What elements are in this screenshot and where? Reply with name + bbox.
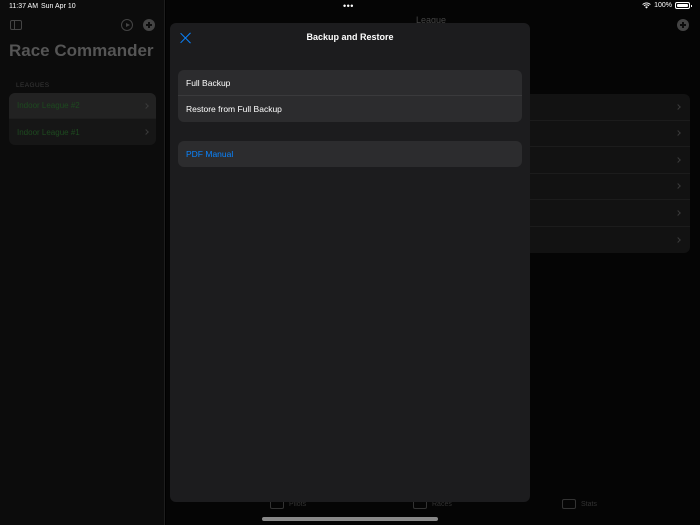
league-item[interactable]: Indoor League #2 <box>9 93 156 119</box>
restore-backup-button[interactable]: Restore from Full Backup <box>178 96 522 122</box>
stats-icon <box>562 499 576 509</box>
chevron-right-icon <box>675 130 681 137</box>
league-label: Indoor League #2 <box>17 101 80 110</box>
chevron-right-icon <box>675 209 681 216</box>
sidebar-toggle-icon[interactable] <box>10 20 22 30</box>
battery-percent: 100% <box>654 2 672 9</box>
chevron-right-icon <box>675 183 681 190</box>
leagues-section-header: LEAGUES <box>16 82 50 89</box>
tab-stats[interactable]: Stats <box>562 499 597 509</box>
chevron-right-icon <box>675 156 681 163</box>
sidebar: Race Commander LEAGUES Indoor League #2 … <box>0 0 165 525</box>
add-league-icon[interactable] <box>143 19 155 31</box>
status-date: Sun Apr 10 <box>41 3 76 10</box>
add-icon[interactable] <box>677 19 689 31</box>
multitasking-dots-icon[interactable]: ••• <box>343 1 354 11</box>
chevron-right-icon <box>143 102 149 109</box>
chevron-right-icon <box>675 236 681 243</box>
wifi-icon <box>642 2 651 9</box>
backup-restore-sheet: Backup and Restore Full Backup Restore f… <box>170 23 530 502</box>
backup-group: Full Backup Restore from Full Backup <box>178 70 522 122</box>
league-list: Indoor League #2 Indoor League #1 <box>9 93 156 145</box>
chevron-right-icon <box>143 129 149 135</box>
full-backup-button[interactable]: Full Backup <box>178 70 522 96</box>
status-right: 100% <box>642 2 692 9</box>
status-time: 11:37 AM <box>9 3 39 10</box>
league-label: Indoor League #1 <box>17 127 80 137</box>
sheet-title: Backup and Restore <box>306 32 394 42</box>
play-icon[interactable] <box>121 19 133 31</box>
pdf-manual-link[interactable]: PDF Manual <box>178 141 522 167</box>
battery-icon <box>675 2 692 9</box>
status-bar: 11:37 AM Sun Apr 10 ••• 100% <box>0 0 700 14</box>
manual-group: PDF Manual <box>178 141 522 167</box>
league-item[interactable]: Indoor League #1 <box>9 119 156 145</box>
tab-label: Stats <box>581 500 597 508</box>
home-indicator[interactable] <box>262 517 438 521</box>
chevron-right-icon <box>675 103 681 110</box>
app-title: Race Commander <box>9 41 154 60</box>
